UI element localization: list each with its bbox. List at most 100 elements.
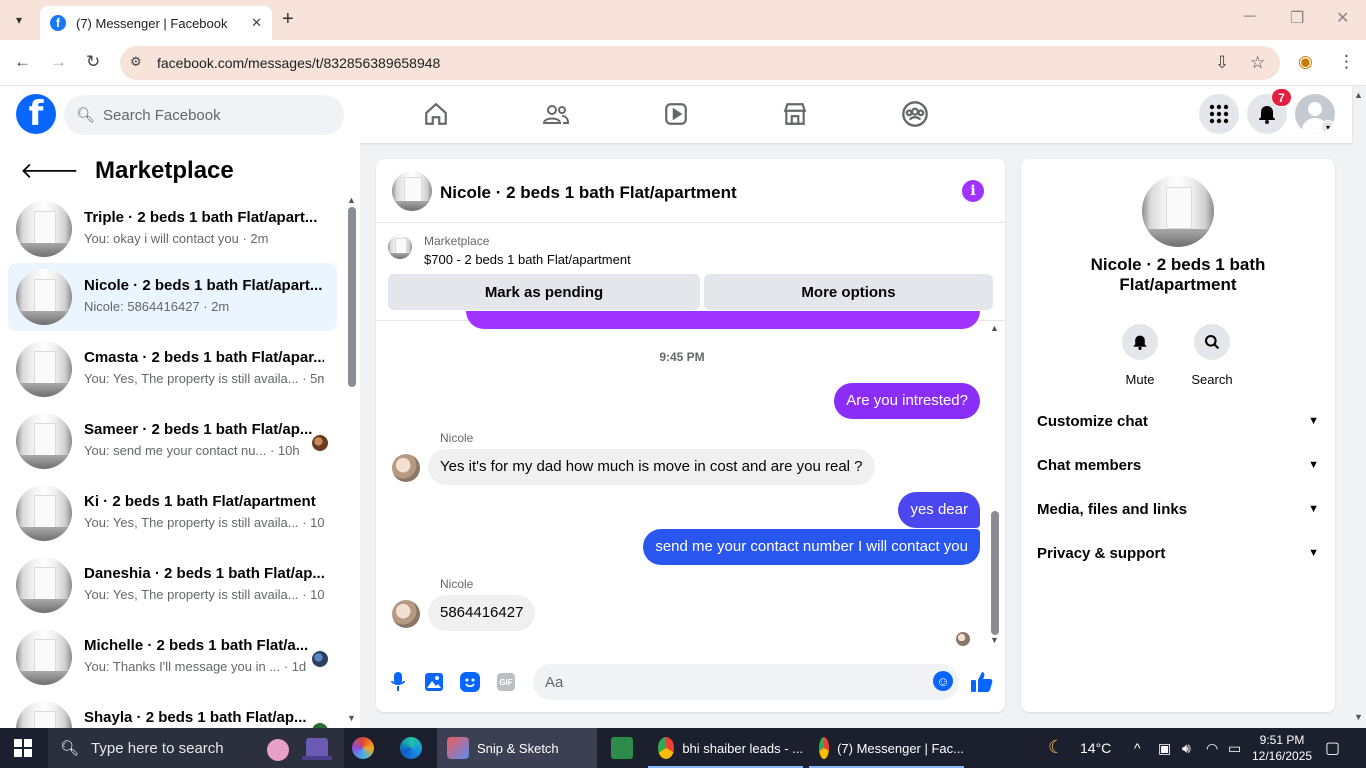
chat-panel: Nicole · 2 beds 1 bath Flat/apartment i … xyxy=(376,159,1005,712)
chevron-down-icon: ▼ xyxy=(1308,459,1319,471)
install-app-icon[interactable]: ⇩ xyxy=(1215,53,1229,73)
facebook-logo-icon[interactable]: f xyxy=(16,94,56,134)
profile-icon[interactable]: ◉ xyxy=(1298,52,1313,72)
marketplace-listing-banner: Marketplace $700 - 2 beds 1 bath Flat/ap… xyxy=(376,223,1005,321)
volume-icon[interactable]: 🔊︎ xyxy=(1182,740,1191,757)
page-scroll-up-icon[interactable]: ▲ xyxy=(1354,90,1363,100)
site-info-icon[interactable]: ⚙ xyxy=(130,54,142,70)
home-icon[interactable] xyxy=(416,98,456,130)
chat-listing-thumbnail[interactable] xyxy=(392,171,432,211)
browser-tab[interactable]: f (7) Messenger | Facebook ✕ xyxy=(40,6,272,40)
conversation-snippet: Nicole: 5864416427 · 2m xyxy=(84,299,230,314)
chat-scroll-up-icon[interactable]: ▲ xyxy=(990,323,999,333)
tab-search-menu[interactable]: ▾ xyxy=(6,8,32,32)
weather-moon-icon[interactable]: ☾ xyxy=(1048,737,1064,758)
chrome-leads-taskbar-app[interactable]: bhi shaiber leads - ... xyxy=(648,728,803,768)
customize-chat-section[interactable]: Customize chat ▼ xyxy=(1037,409,1319,433)
menu-grid-icon[interactable] xyxy=(1199,94,1239,134)
gif-icon[interactable]: GIF xyxy=(497,673,515,691)
conversation-item[interactable]: Sameer · 2 beds 1 bath Flat/ap... You: s… xyxy=(8,407,337,475)
new-tab-button[interactable]: + xyxy=(282,8,294,31)
chat-scroll-down-icon[interactable]: ▼ xyxy=(990,635,999,645)
forward-arrow-icon[interactable]: → xyxy=(50,52,67,72)
chat-scrollbar[interactable] xyxy=(991,511,999,635)
back-arrow-icon[interactable]: ← xyxy=(14,52,31,72)
page-scroll-down-icon[interactable]: ▼ xyxy=(1354,712,1363,722)
chrome-menu-icon[interactable]: ⋮ xyxy=(1338,52,1355,72)
list-scroll-up-icon[interactable]: ▲ xyxy=(347,195,356,205)
listing-mini-thumbnail[interactable] xyxy=(388,235,412,259)
incoming-message[interactable]: Yes it's for my dad how much is move in … xyxy=(428,449,875,485)
facebook-header: f 🔍︎ 7 ▾ xyxy=(0,86,1352,143)
facebook-search[interactable]: 🔍︎ xyxy=(64,95,344,135)
conversation-item[interactable]: Ki · 2 beds 1 bath Flat/apartment You: Y… xyxy=(8,479,337,547)
message-thread: 9:45 PM Are you intrested? Nicole Yes it… xyxy=(376,311,1005,653)
emoji-icon[interactable]: ☺ xyxy=(933,671,953,691)
address-bar[interactable]: ⚙ facebook.com/messages/t/83285638965894… xyxy=(120,46,1280,80)
bookmark-star-icon[interactable]: ☆ xyxy=(1250,53,1265,73)
info-icon[interactable]: i xyxy=(962,180,984,202)
conversation-item[interactable]: Triple · 2 beds 1 bath Flat/apart... You… xyxy=(8,195,337,263)
sender-avatar[interactable] xyxy=(392,600,420,628)
wifi-icon[interactable]: ◠ xyxy=(1206,740,1218,757)
video-icon[interactable] xyxy=(656,98,696,130)
chat-profile-thumbnail[interactable] xyxy=(1142,175,1214,247)
account-avatar[interactable]: ▾ xyxy=(1295,94,1335,134)
conversation-item[interactable]: Michelle · 2 beds 1 bath Flat/a... You: … xyxy=(8,623,337,691)
conversation-item[interactable]: Daneshia · 2 beds 1 bath Flat/ap... You:… xyxy=(8,551,337,619)
photo-icon[interactable] xyxy=(423,671,445,693)
weather-temperature[interactable]: 14°C xyxy=(1080,740,1111,756)
conversation-item-active[interactable]: Nicole · 2 beds 1 bath Flat/apart... Nic… xyxy=(8,263,337,331)
incoming-message[interactable]: 5864416427 xyxy=(428,595,536,631)
facebook-search-input[interactable] xyxy=(103,106,324,124)
media-files-links-section[interactable]: Media, files and links ▼ xyxy=(1037,497,1319,521)
mark-as-pending-button[interactable]: Mark as pending xyxy=(388,274,700,310)
chat-title[interactable]: Nicole · 2 beds 1 bath Flat/apartment xyxy=(440,183,737,203)
sender-avatar[interactable] xyxy=(392,454,420,482)
tab-close-icon[interactable]: ✕ xyxy=(251,15,262,31)
taskbar-clock[interactable]: 9:51 PM 12/16/2025 xyxy=(1252,732,1312,764)
groups-icon[interactable] xyxy=(895,98,935,130)
more-options-button[interactable]: More options xyxy=(704,274,993,310)
chat-members-section[interactable]: Chat members ▼ xyxy=(1037,453,1319,477)
taskbar-app-label: bhi shaiber leads - ... xyxy=(682,740,803,756)
outgoing-message[interactable]: send me your contact number I will conta… xyxy=(643,529,980,565)
outgoing-message[interactable]: yes dear xyxy=(898,492,980,528)
mute-button[interactable]: Mute xyxy=(1110,324,1170,387)
battery-icon[interactable]: ▭ xyxy=(1228,740,1241,757)
search-conversation-button[interactable]: Search xyxy=(1182,324,1242,387)
address-url[interactable]: facebook.com/messages/t/832856389658948 xyxy=(157,55,440,71)
conversation-snippet: You: Yes, The property is still availa..… xyxy=(84,515,324,530)
office-taskbar-icon[interactable] xyxy=(348,728,378,768)
camera-tray-icon[interactable]: ▣ xyxy=(1158,740,1171,757)
back-arrow-icon[interactable]: 🡐 xyxy=(20,158,79,184)
list-scrollbar[interactable] xyxy=(348,207,356,387)
outgoing-message[interactable]: Are you intrested? xyxy=(834,383,980,419)
chat-details-panel: Nicole · 2 beds 1 bath Flat/apartment Mu… xyxy=(1021,159,1335,712)
minimize-button[interactable]: ─ xyxy=(1244,8,1255,26)
friends-icon[interactable] xyxy=(536,98,576,130)
thumbs-up-icon[interactable] xyxy=(971,671,993,693)
notification-center-icon[interactable]: ▢ xyxy=(1325,738,1340,758)
chat-header: Nicole · 2 beds 1 bath Flat/apartment i xyxy=(376,159,1005,223)
reload-icon[interactable]: ↻ xyxy=(86,52,100,72)
chrome-messenger-taskbar-app[interactable]: (7) Messenger | Fac... xyxy=(809,728,964,768)
bell-icon xyxy=(1122,324,1158,360)
restore-button[interactable]: ❐ xyxy=(1290,8,1304,28)
marketplace-icon[interactable] xyxy=(775,98,815,130)
close-window-button[interactable]: ✕ xyxy=(1336,8,1349,28)
message-input[interactable] xyxy=(533,664,959,700)
conversation-item[interactable]: Cmasta · 2 beds 1 bath Flat/apar... You:… xyxy=(8,335,337,403)
edge-taskbar-icon[interactable] xyxy=(396,728,426,768)
privacy-support-section[interactable]: Privacy & support ▼ xyxy=(1037,541,1319,565)
list-scroll-down-icon[interactable]: ▼ xyxy=(347,713,356,723)
sticker-icon[interactable] xyxy=(459,671,481,693)
snip-sketch-taskbar-app[interactable]: Snip & Sketch xyxy=(437,728,597,768)
sheets-taskbar-icon[interactable] xyxy=(605,728,641,768)
microphone-icon[interactable] xyxy=(387,671,409,693)
listing-price-title[interactable]: $700 - 2 beds 1 bath Flat/apartment xyxy=(424,252,631,267)
conversation-item[interactable]: Shayla · 2 beds 1 bath Flat/ap... xyxy=(8,695,337,728)
tray-chevron-up-icon[interactable]: ^ xyxy=(1134,740,1141,756)
taskbar-search[interactable]: 🔍︎ Type here to search xyxy=(48,728,344,768)
windows-start-icon[interactable] xyxy=(14,739,32,757)
